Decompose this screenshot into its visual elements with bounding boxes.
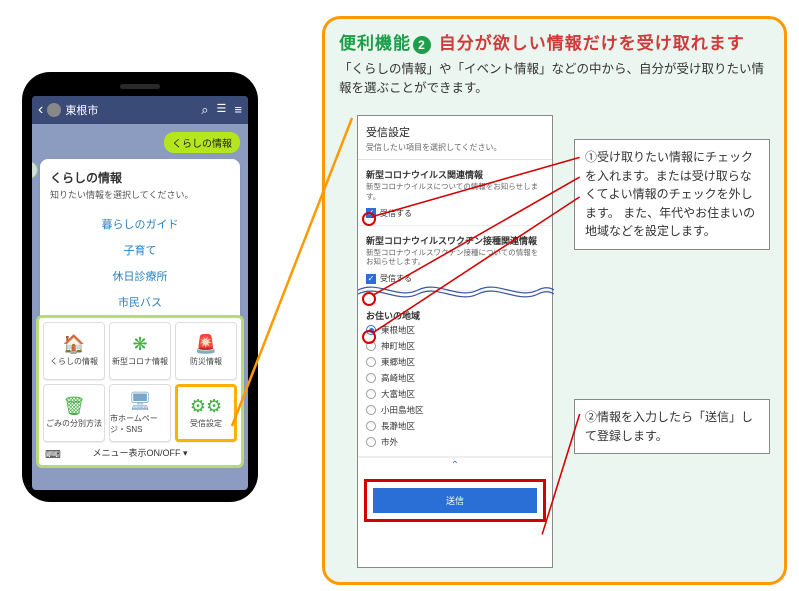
settings-card: 受信設定 受信したい項目を選択してください。 新型コロナウイルス関連情報 新型コ… (357, 115, 553, 568)
region-option[interactable]: 高崎地区 (366, 370, 544, 386)
menu-tile[interactable]: 🚨 防災情報 (175, 322, 237, 380)
tile-icon: 🚨 (195, 335, 217, 353)
radio-icon (366, 373, 376, 383)
feature-headline: 自分が欲しい情報だけを受け取れます (439, 34, 745, 53)
card-link[interactable]: 暮らしのガイド (50, 211, 230, 237)
card-link[interactable]: 休日診療所 (50, 263, 230, 289)
keyboard-icon[interactable]: ⌨ (45, 448, 61, 461)
menu-grid-area: 🏠 くらしの情報 ❋ 新型コロナ情報 🚨 防災情報 🗑 ごみの分別方法 🖥 市ホームページ・SNS… (36, 315, 244, 468)
section-desc: 新型コロナウイルスについての情報をお知らせします。 (366, 182, 544, 202)
menu-toggle[interactable]: メニュー表示ON/OFF ▾ (43, 442, 237, 461)
hamburger-icon[interactable] (234, 102, 242, 118)
tile-icon: 🗑 (63, 397, 86, 415)
radio-icon (366, 405, 376, 415)
radio-selected-icon (366, 325, 376, 335)
card-subtitle: 知りたい情報を選択してください。 (50, 188, 230, 201)
callout-note-1: ①受け取りたい情報にチェックを入れます。または受け取らなくてよい情報のチェックを… (574, 139, 770, 250)
card-link[interactable]: 子育て (50, 237, 230, 263)
region-option[interactable]: 市外 (366, 434, 544, 450)
region-label-text: 東根地区 (381, 324, 415, 336)
feature-panel: 便利機能2 自分が欲しい情報だけを受け取れます 「くらしの情報」や「イベント情報… (322, 16, 787, 585)
radio-icon (366, 421, 376, 431)
tile-receive-settings[interactable]: ⚙⚙ 受信設定 (175, 384, 237, 442)
region-option[interactable]: 大富地区 (366, 386, 544, 402)
list-icon[interactable] (217, 102, 227, 118)
chat-avatar-icon (47, 103, 61, 117)
feature-title: 便利機能2 自分が欲しい情報だけを受け取れます (339, 29, 770, 54)
menu-tile[interactable]: 🏠 くらしの情報 (43, 322, 105, 380)
menu-tile[interactable]: ❋ 新型コロナ情報 (109, 322, 171, 380)
feature-label-prefix: 便利機能 (339, 34, 411, 53)
receive-label: 受信する (380, 208, 412, 219)
chat-area: くらしの情報 くらしの情報 知りたい情報を選択してください。 暮らしのガイド 子… (32, 124, 248, 331)
callout-note-2: ②情報を入力したら「送信」して登録します。 (574, 399, 770, 454)
app-bar-title: 東根市 (65, 102, 98, 118)
settings-subtitle: 受信したい項目を選択してください。 (366, 142, 544, 153)
bot-avatar-icon (32, 161, 38, 179)
checkbox-checked-icon (366, 274, 376, 284)
card-title: くらしの情報 (50, 169, 230, 186)
menu-tile[interactable]: 🖥 市ホームページ・SNS (109, 384, 171, 442)
tile-label: 新型コロナ情報 (112, 356, 168, 367)
submit-highlight: 送信 (364, 479, 546, 522)
tile-label: ごみの分別方法 (46, 418, 102, 429)
card-links: 暮らしのガイド 子育て 休日診療所 市民バス (50, 211, 230, 315)
receive-label: 受信する (380, 273, 412, 284)
menu-tile[interactable]: 🗑 ごみの分別方法 (43, 384, 105, 442)
tile-icon: ⚙⚙ (190, 397, 222, 415)
section-title: 新型コロナウイルスワクチン接種関連情報 (366, 234, 544, 247)
phone-speaker (120, 84, 160, 89)
section-desc: 新型コロナウイルスワクチン接種についての情報をお知らせします。 (366, 248, 544, 268)
region-option[interactable]: 神町地区 (366, 338, 544, 354)
region-label-text: 東郷地区 (381, 356, 415, 368)
back-icon[interactable] (38, 102, 43, 118)
tile-icon: 🏠 (63, 335, 85, 353)
region-option[interactable]: 東根地区 (366, 322, 544, 338)
radio-icon (366, 437, 376, 447)
region-section: お住いの地域 東根地区神町地区東郷地区高崎地区大富地区小田島地区長瀞地区市外 (358, 291, 552, 457)
note-text: ①受け取りたい情報にチェックを入れます。または受け取らなくてよい情報のチェックを… (585, 150, 755, 238)
region-label-text: 高崎地区 (381, 372, 415, 384)
radio-icon (366, 341, 376, 351)
settings-title: 受信設定 (366, 124, 544, 140)
section-title: 新型コロナウイルス関連情報 (366, 168, 544, 181)
submit-button[interactable]: 送信 (373, 488, 537, 513)
region-label-text: 大富地区 (381, 388, 415, 400)
search-icon[interactable] (201, 102, 208, 118)
tile-icon: 🖥 (129, 392, 152, 410)
receive-checkbox[interactable]: 受信する (366, 208, 544, 219)
tile-icon: ❋ (132, 335, 147, 353)
tile-label: 受信設定 (190, 418, 222, 429)
expand-prev-icon[interactable]: ⌃ (358, 457, 552, 473)
region-option[interactable]: 東郷地区 (366, 354, 544, 370)
tile-label: 防災情報 (190, 356, 222, 367)
region-label-text: 神町地区 (381, 340, 415, 352)
app-bar: 東根市 (32, 96, 248, 124)
feature-subtitle: 「くらしの情報」や「イベント情報」などの中から、自分が受け取りたい情報を選ぶこと… (339, 60, 770, 98)
region-label-text: 小田島地区 (381, 404, 424, 416)
feature-badge: 2 (413, 36, 431, 54)
region-option[interactable]: 小田島地区 (366, 402, 544, 418)
tile-label: 市ホームページ・SNS (110, 413, 170, 435)
region-label-text: 長瀞地区 (381, 420, 415, 432)
region-label: お住いの地域 (366, 309, 544, 322)
receive-checkbox[interactable]: 受信する (366, 273, 544, 284)
settings-section: 新型コロナウイルス関連情報 新型コロナウイルスについての情報をお知らせします。 … (358, 160, 552, 226)
note-text: ②情報を入力したら「送信」して登録します。 (585, 410, 753, 443)
settings-section: 新型コロナウイルスワクチン接種関連情報 新型コロナウイルスワクチン接種についての… (358, 226, 552, 292)
region-label-text: 市外 (381, 436, 398, 448)
card-link[interactable]: 市民バス (50, 289, 230, 315)
user-bubble: くらしの情報 (164, 132, 240, 153)
phone-screen: 東根市 くらしの情報 くらしの情報 知りたい情報を選択してください。 暮らしのガ… (32, 96, 248, 490)
tile-label: くらしの情報 (50, 356, 98, 367)
region-option[interactable]: 長瀞地区 (366, 418, 544, 434)
settings-header: 受信設定 受信したい項目を選択してください。 (358, 116, 552, 160)
phone-mockup: 東根市 くらしの情報 くらしの情報 知りたい情報を選択してください。 暮らしのガ… (22, 72, 258, 502)
radio-icon (366, 357, 376, 367)
radio-icon (366, 389, 376, 399)
info-card: くらしの情報 知りたい情報を選択してください。 暮らしのガイド 子育て 休日診療… (40, 159, 240, 323)
checkbox-checked-icon (366, 208, 376, 218)
